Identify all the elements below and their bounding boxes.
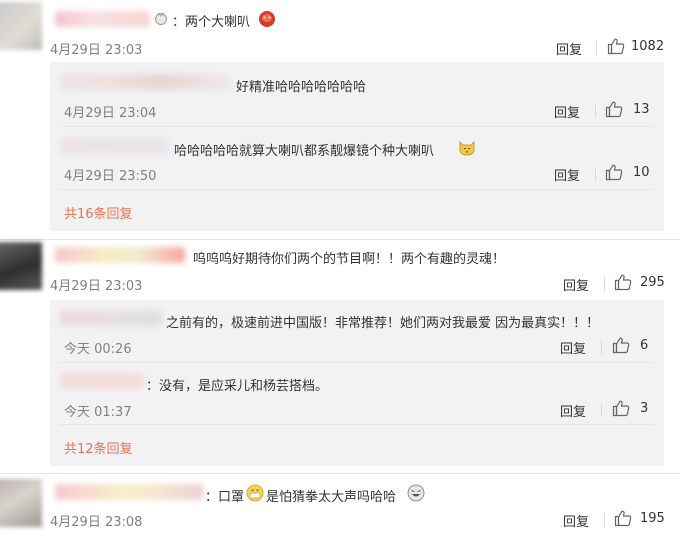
like-count: 3 [640, 401, 649, 416]
mask-face-emoji-icon [246, 484, 264, 502]
cat-emoji-icon [459, 141, 475, 156]
reply-username[interactable] [60, 138, 168, 154]
divider [60, 362, 654, 363]
divider [604, 513, 605, 527]
reply-username[interactable] [60, 373, 144, 389]
like-count: 295 [640, 275, 665, 290]
reply-time: 4月29日 23:50 [64, 169, 157, 184]
comment-divider [0, 473, 680, 474]
comment-time: 4月29日 23:03 [50, 43, 143, 58]
divider [60, 189, 654, 190]
like-count: 10 [633, 165, 650, 180]
divider [60, 126, 654, 127]
like-count: 6 [640, 338, 649, 353]
vip-badge-icon [155, 12, 167, 25]
like-count: 13 [633, 102, 650, 117]
like-thumb-icon[interactable] [612, 336, 630, 354]
reply-username[interactable] [60, 310, 162, 326]
like-thumb-icon[interactable] [605, 163, 623, 181]
more-replies-link[interactable]: 共16条回复 [64, 203, 133, 222]
reply-button[interactable]: 回复 [560, 401, 586, 420]
like-thumb-icon[interactable] [614, 273, 632, 291]
reply-button[interactable]: 回复 [554, 165, 580, 184]
reply-username[interactable] [60, 74, 230, 90]
speaker-emoji-icon [259, 11, 275, 27]
reply-button[interactable]: 回复 [554, 102, 580, 121]
reply-button[interactable]: 回复 [560, 338, 586, 357]
reply-time: 4月29日 23:04 [64, 106, 157, 121]
comment-time: 4月29日 23:03 [50, 279, 143, 294]
reply-text: 好精准哈哈哈哈哈哈哈 [236, 80, 367, 95]
avatar[interactable] [0, 479, 42, 527]
like-count: 195 [640, 511, 665, 526]
reply-button[interactable]: 回复 [563, 275, 589, 294]
more-replies-link[interactable]: 共12条回复 [64, 438, 133, 457]
like-thumb-icon[interactable] [614, 509, 632, 527]
username[interactable] [55, 484, 203, 500]
divider [595, 104, 596, 118]
reply-button[interactable]: 回复 [563, 511, 589, 530]
avatar[interactable] [0, 242, 42, 290]
like-thumb-icon[interactable] [607, 37, 625, 55]
reply-text: 之前有的，极速前进中国版！非常推荐！她们两对我最爱 因为最真实！！！ [166, 316, 600, 331]
like-thumb-icon[interactable] [605, 100, 623, 118]
comment-text: 是怕猜拳太大声吗哈哈 [266, 490, 397, 505]
reply-text: 哈哈哈哈哈就算大喇叭都系靓爆镜个种大喇叭 [174, 144, 435, 159]
divider [604, 277, 605, 291]
divider [60, 424, 654, 425]
comment-divider [0, 239, 680, 240]
reply-button[interactable]: 回复 [556, 39, 582, 58]
reply-text: ：没有，是应采儿和杨芸搭档。 [146, 379, 329, 394]
reply-time: 今天 00:26 [64, 342, 132, 357]
like-thumb-icon[interactable] [612, 399, 630, 417]
divider [596, 41, 597, 55]
comment-text: ：两个大喇叭 [172, 15, 251, 30]
laughing-emoji-icon [407, 484, 425, 502]
comment-text: 呜呜呜好期待你们两个的节目啊！！两个有趣的灵魂！ [193, 252, 506, 267]
like-count: 1082 [631, 39, 665, 54]
username[interactable] [55, 11, 150, 27]
divider [601, 340, 602, 354]
reply-time: 今天 01:37 [64, 405, 132, 420]
reply-box: 好精准哈哈哈哈哈哈哈 4月29日 23:04 回复 13 哈哈哈哈哈就算大喇叭都… [50, 62, 664, 231]
reply-box: 之前有的，极速前进中国版！非常推荐！她们两对我最爱 因为最真实！！！ 今天 00… [50, 300, 664, 466]
comment-text: ：口罩 [205, 490, 245, 505]
divider [595, 167, 596, 181]
comment-time: 4月29日 23:08 [50, 515, 143, 530]
avatar[interactable] [0, 2, 42, 50]
divider [601, 403, 602, 417]
username[interactable] [55, 247, 185, 263]
